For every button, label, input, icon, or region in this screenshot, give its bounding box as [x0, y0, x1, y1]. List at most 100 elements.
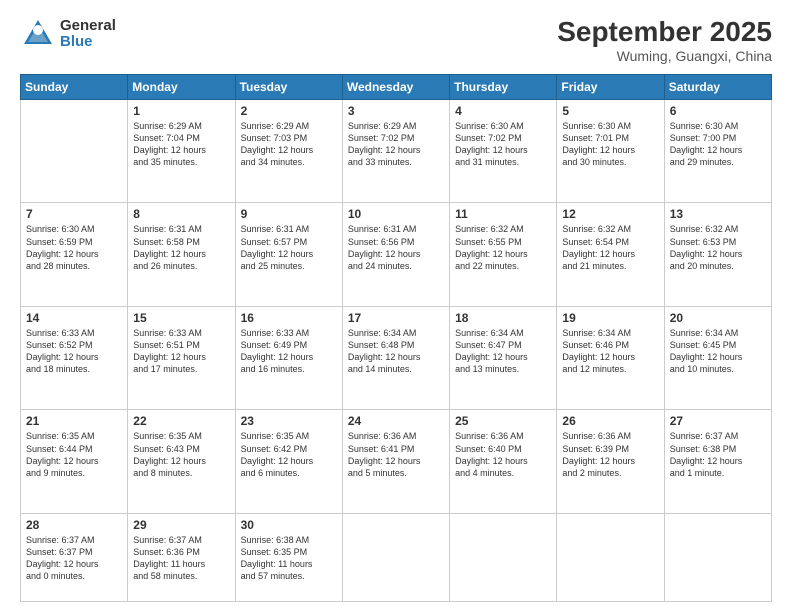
day-number: 23 [241, 414, 337, 428]
day-number: 7 [26, 207, 122, 221]
day-number: 30 [241, 518, 337, 532]
day-info: Sunrise: 6:30 AM Sunset: 7:01 PM Dayligh… [562, 120, 658, 169]
day-number: 3 [348, 104, 444, 118]
day-info: Sunrise: 6:37 AM Sunset: 6:36 PM Dayligh… [133, 534, 229, 583]
day-number: 13 [670, 207, 766, 221]
day-number: 28 [26, 518, 122, 532]
day-info: Sunrise: 6:31 AM Sunset: 6:58 PM Dayligh… [133, 223, 229, 272]
day-number: 14 [26, 311, 122, 325]
table-row: 9 Sunrise: 6:31 AM Sunset: 6:57 PM Daylig… [235, 203, 342, 306]
day-info: Sunrise: 6:35 AM Sunset: 6:42 PM Dayligh… [241, 430, 337, 479]
table-row: 27Sunrise: 6:37 AM Sunset: 6:38 PM Dayli… [664, 410, 771, 513]
day-info: Sunrise: 6:37 AM Sunset: 6:37 PM Dayligh… [26, 534, 122, 583]
day-info: Sunrise: 6:32 AM Sunset: 6:55 PM Dayligh… [455, 223, 551, 272]
day-number: 21 [26, 414, 122, 428]
table-row [450, 513, 557, 601]
title-block: September 2025 Wuming, Guangxi, China [557, 16, 772, 64]
table-row: 15 Sunrise: 6:33 AM Sunset: 6:51 PM Dayli… [128, 306, 235, 409]
table-row: 6 Sunrise: 6:30 AM Sunset: 7:00 PM Daylig… [664, 100, 771, 203]
page: General Blue September 2025 Wuming, Guan… [0, 0, 792, 612]
day-info: Sunrise: 6:34 AM Sunset: 6:46 PM Dayligh… [562, 327, 658, 376]
col-tuesday: Tuesday [235, 75, 342, 100]
day-number: 22 [133, 414, 229, 428]
day-number: 8 [133, 207, 229, 221]
day-info: Sunrise: 6:33 AM Sunset: 6:52 PM Dayligh… [26, 327, 122, 376]
day-info: Sunrise: 6:31 AM Sunset: 6:56 PM Dayligh… [348, 223, 444, 272]
day-info: Sunrise: 6:35 AM Sunset: 6:43 PM Dayligh… [133, 430, 229, 479]
table-row: 30 Sunrise: 6:38 AM Sunset: 6:35 PM Dayli… [235, 513, 342, 601]
day-info: Sunrise: 6:33 AM Sunset: 6:49 PM Dayligh… [241, 327, 337, 376]
day-number: 4 [455, 104, 551, 118]
logo-icon [20, 16, 56, 52]
col-thursday: Thursday [450, 75, 557, 100]
day-info: Sunrise: 6:29 AM Sunset: 7:02 PM Dayligh… [348, 120, 444, 169]
day-info: Sunrise: 6:32 AM Sunset: 6:54 PM Dayligh… [562, 223, 658, 272]
day-info: Sunrise: 6:33 AM Sunset: 6:51 PM Dayligh… [133, 327, 229, 376]
day-info: Sunrise: 6:32 AM Sunset: 6:53 PM Dayligh… [670, 223, 766, 272]
day-info: Sunrise: 6:34 AM Sunset: 6:47 PM Dayligh… [455, 327, 551, 376]
day-number: 17 [348, 311, 444, 325]
day-number: 16 [241, 311, 337, 325]
day-info: Sunrise: 6:34 AM Sunset: 6:45 PM Dayligh… [670, 327, 766, 376]
table-row [664, 513, 771, 601]
day-info: Sunrise: 6:30 AM Sunset: 7:00 PM Dayligh… [670, 120, 766, 169]
table-row: 17 Sunrise: 6:34 AM Sunset: 6:48 PM Dayli… [342, 306, 449, 409]
title-location: Wuming, Guangxi, China [557, 48, 772, 64]
header: General Blue September 2025 Wuming, Guan… [20, 16, 772, 64]
table-row: 19Sunrise: 6:34 AM Sunset: 6:46 PM Dayli… [557, 306, 664, 409]
col-friday: Friday [557, 75, 664, 100]
table-row: 4 Sunrise: 6:30 AM Sunset: 7:02 PM Daylig… [450, 100, 557, 203]
table-row: 21 Sunrise: 6:35 AM Sunset: 6:44 PM Dayli… [21, 410, 128, 513]
table-row: 3 Sunrise: 6:29 AM Sunset: 7:02 PM Daylig… [342, 100, 449, 203]
day-info: Sunrise: 6:29 AM Sunset: 7:04 PM Dayligh… [133, 120, 229, 169]
calendar-table: Sunday Monday Tuesday Wednesday Thursday… [20, 74, 772, 602]
day-number: 15 [133, 311, 229, 325]
table-row: 24 Sunrise: 6:36 AM Sunset: 6:41 PM Dayli… [342, 410, 449, 513]
table-row: 5Sunrise: 6:30 AM Sunset: 7:01 PM Daylig… [557, 100, 664, 203]
table-row: 28 Sunrise: 6:37 AM Sunset: 6:37 PM Dayli… [21, 513, 128, 601]
table-row [342, 513, 449, 601]
calendar-header-row: Sunday Monday Tuesday Wednesday Thursday… [21, 75, 772, 100]
table-row [21, 100, 128, 203]
day-number: 24 [348, 414, 444, 428]
day-info: Sunrise: 6:38 AM Sunset: 6:35 PM Dayligh… [241, 534, 337, 583]
table-row: 14 Sunrise: 6:33 AM Sunset: 6:52 PM Dayli… [21, 306, 128, 409]
table-row: 23 Sunrise: 6:35 AM Sunset: 6:42 PM Dayli… [235, 410, 342, 513]
col-saturday: Saturday [664, 75, 771, 100]
logo-general-text: General [60, 18, 116, 35]
day-number: 25 [455, 414, 551, 428]
table-row: 22 Sunrise: 6:35 AM Sunset: 6:43 PM Dayli… [128, 410, 235, 513]
day-number: 26 [562, 414, 658, 428]
day-info: Sunrise: 6:36 AM Sunset: 6:41 PM Dayligh… [348, 430, 444, 479]
day-info: Sunrise: 6:36 AM Sunset: 6:39 PM Dayligh… [562, 430, 658, 479]
day-number: 18 [455, 311, 551, 325]
day-number: 12 [562, 207, 658, 221]
table-row: 1 Sunrise: 6:29 AM Sunset: 7:04 PM Daylig… [128, 100, 235, 203]
col-sunday: Sunday [21, 75, 128, 100]
table-row: 7 Sunrise: 6:30 AM Sunset: 6:59 PM Daylig… [21, 203, 128, 306]
day-number: 1 [133, 104, 229, 118]
table-row: 2 Sunrise: 6:29 AM Sunset: 7:03 PM Daylig… [235, 100, 342, 203]
day-number: 20 [670, 311, 766, 325]
day-info: Sunrise: 6:37 AM Sunset: 6:38 PM Dayligh… [670, 430, 766, 479]
day-info: Sunrise: 6:36 AM Sunset: 6:40 PM Dayligh… [455, 430, 551, 479]
table-row: 20 Sunrise: 6:34 AM Sunset: 6:45 PM Dayli… [664, 306, 771, 409]
day-info: Sunrise: 6:31 AM Sunset: 6:57 PM Dayligh… [241, 223, 337, 272]
day-number: 10 [348, 207, 444, 221]
table-row: 8 Sunrise: 6:31 AM Sunset: 6:58 PM Daylig… [128, 203, 235, 306]
day-number: 2 [241, 104, 337, 118]
col-wednesday: Wednesday [342, 75, 449, 100]
title-month: September 2025 [557, 16, 772, 48]
logo-text: General Blue [60, 18, 116, 51]
table-row: 12 Sunrise: 6:32 AM Sunset: 6:54 PM Dayli… [557, 203, 664, 306]
day-number: 9 [241, 207, 337, 221]
day-number: 6 [670, 104, 766, 118]
day-info: Sunrise: 6:34 AM Sunset: 6:48 PM Dayligh… [348, 327, 444, 376]
logo: General Blue [20, 16, 116, 52]
day-info: Sunrise: 6:30 AM Sunset: 6:59 PM Dayligh… [26, 223, 122, 272]
day-info: Sunrise: 6:35 AM Sunset: 6:44 PM Dayligh… [26, 430, 122, 479]
table-row: 16 Sunrise: 6:33 AM Sunset: 6:49 PM Dayli… [235, 306, 342, 409]
day-info: Sunrise: 6:29 AM Sunset: 7:03 PM Dayligh… [241, 120, 337, 169]
table-row: 10 Sunrise: 6:31 AM Sunset: 6:56 PM Dayli… [342, 203, 449, 306]
day-info: Sunrise: 6:30 AM Sunset: 7:02 PM Dayligh… [455, 120, 551, 169]
